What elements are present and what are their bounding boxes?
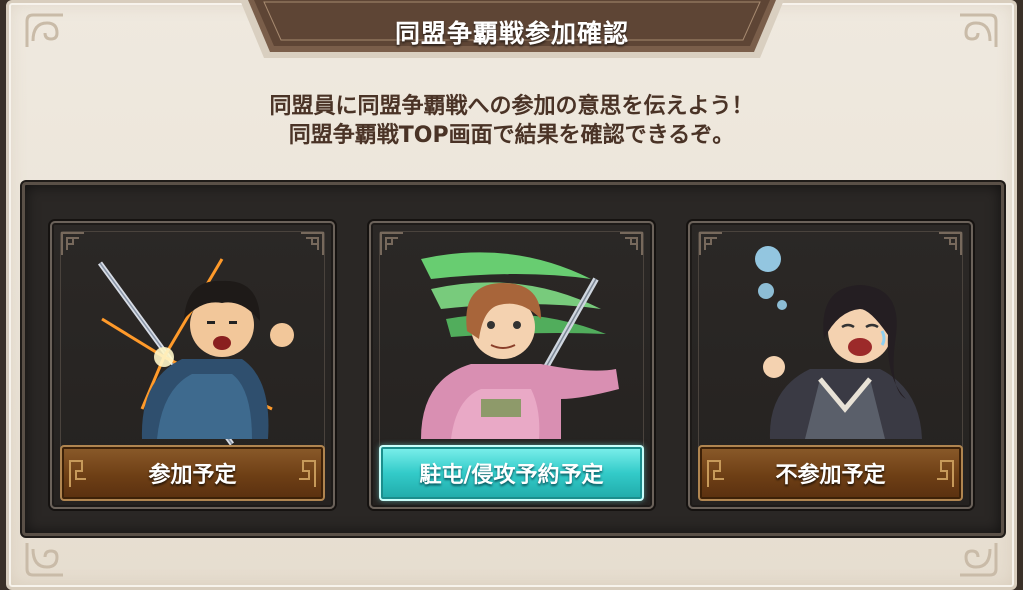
option-card-reserve: 駐屯/侵攻予約予定 xyxy=(369,221,654,509)
button-ornament-icon xyxy=(295,459,317,489)
page-title: 同盟争覇戦参加確認 xyxy=(394,19,629,48)
corner-ornament-icon xyxy=(940,539,1000,579)
option-card-decline: 不参加予定 xyxy=(688,221,973,509)
reserve-button[interactable]: 駐屯/侵攻予約予定 xyxy=(379,445,644,501)
decline-button[interactable]: 不参加予定 xyxy=(698,445,963,501)
message-line-1: 同盟員に同盟争覇戦への参加の意思を伝えよう！ xyxy=(269,94,754,119)
corner-ornament-icon xyxy=(23,539,83,579)
participate-button[interactable]: 参加予定 xyxy=(60,445,325,501)
title-banner: 同盟争覇戦参加確認 xyxy=(240,0,784,64)
button-ornament-icon xyxy=(68,459,90,489)
swordsman-shouting-icon xyxy=(72,239,317,449)
dialog-message: 同盟員に同盟争覇戦への参加の意思を伝えよう！ 同盟争覇戦TOP画面で結果を確認で… xyxy=(0,92,1023,150)
decline-button-label: 不参加予定 xyxy=(775,463,886,488)
button-ornament-icon xyxy=(706,459,728,489)
button-ornament-icon xyxy=(933,459,955,489)
corner-ornament-icon xyxy=(23,11,83,51)
message-line-2: 同盟争覇戦TOP画面で結果を確認できるぞ。 xyxy=(288,123,735,148)
participate-button-label: 参加予定 xyxy=(148,463,237,488)
crying-strategist-icon xyxy=(710,239,955,449)
option-card-participate: 参加予定 xyxy=(50,221,335,509)
swordswoman-pointing-icon xyxy=(391,239,636,449)
reserve-button-label: 駐屯/侵攻予約予定 xyxy=(419,463,604,488)
corner-ornament-icon xyxy=(940,11,1000,51)
